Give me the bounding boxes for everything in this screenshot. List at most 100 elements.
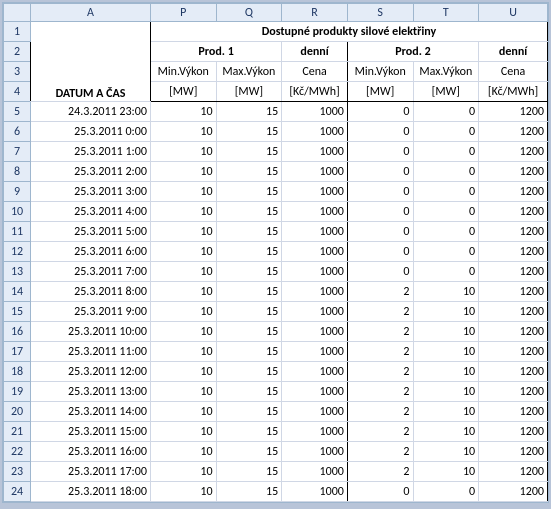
- cell-q[interactable]: 15: [216, 402, 282, 422]
- header-cena-2[interactable]: Cena: [479, 62, 548, 82]
- cell-r[interactable]: 1000: [282, 442, 348, 462]
- cell-u[interactable]: 1200: [479, 182, 548, 202]
- cell-r[interactable]: 1000: [282, 142, 348, 162]
- cell-p[interactable]: 10: [150, 262, 216, 282]
- cell-p[interactable]: 10: [150, 442, 216, 462]
- col-header-R[interactable]: R: [282, 4, 348, 22]
- header-unit-mw-s[interactable]: [MW]: [347, 82, 413, 102]
- row-header-18[interactable]: 18: [4, 362, 31, 382]
- cell-u[interactable]: 1200: [479, 222, 548, 242]
- cell-s[interactable]: 2: [347, 362, 413, 382]
- header-denni-2[interactable]: denní: [479, 42, 548, 62]
- header-unit-mw-p[interactable]: [MW]: [150, 82, 216, 102]
- cell-datetime[interactable]: 25.3.2011 11:00: [31, 342, 151, 362]
- cell-t[interactable]: 0: [413, 222, 479, 242]
- row-header-9[interactable]: 9: [4, 182, 31, 202]
- cell-datetime[interactable]: 25.3.2011 13:00: [31, 382, 151, 402]
- cell-datetime[interactable]: 25.3.2011 2:00: [31, 162, 151, 182]
- cell-datetime[interactable]: 25.3.2011 6:00: [31, 242, 151, 262]
- select-all-corner[interactable]: [4, 4, 31, 22]
- header-denni-1[interactable]: denní: [282, 42, 348, 62]
- cell-t[interactable]: 0: [413, 242, 479, 262]
- cell-t[interactable]: 10: [413, 342, 479, 362]
- cell-u[interactable]: 1200: [479, 342, 548, 362]
- cell-t[interactable]: 10: [413, 322, 479, 342]
- cell-t[interactable]: 10: [413, 382, 479, 402]
- cell-q[interactable]: 15: [216, 122, 282, 142]
- cell-q[interactable]: 15: [216, 162, 282, 182]
- row-header-4[interactable]: 4: [4, 82, 31, 102]
- cell-datetime[interactable]: 25.3.2011 4:00: [31, 202, 151, 222]
- cell-t[interactable]: 10: [413, 302, 479, 322]
- cell-datetime[interactable]: 25.3.2011 17:00: [31, 462, 151, 482]
- row-header-12[interactable]: 12: [4, 242, 31, 262]
- cell-p[interactable]: 10: [150, 462, 216, 482]
- cell-r[interactable]: 1000: [282, 182, 348, 202]
- row-header-8[interactable]: 8: [4, 162, 31, 182]
- cell-u[interactable]: 1200: [479, 102, 548, 122]
- cell-q[interactable]: 15: [216, 242, 282, 262]
- cell-r[interactable]: 1000: [282, 382, 348, 402]
- cell-t[interactable]: 0: [413, 182, 479, 202]
- cell-p[interactable]: 10: [150, 302, 216, 322]
- header-unit-kc-u[interactable]: [Kč/MWh]: [479, 82, 548, 102]
- row-header-11[interactable]: 11: [4, 222, 31, 242]
- header-minvykon-1[interactable]: Min.Výkon: [150, 62, 216, 82]
- cell-p[interactable]: 10: [150, 362, 216, 382]
- cell-r[interactable]: 1000: [282, 282, 348, 302]
- cell-p[interactable]: 10: [150, 282, 216, 302]
- cell-q[interactable]: 15: [216, 362, 282, 382]
- cell-u[interactable]: 1200: [479, 262, 548, 282]
- col-header-Q[interactable]: Q: [216, 4, 282, 22]
- cell-s[interactable]: 2: [347, 282, 413, 302]
- cell-datetime[interactable]: 25.3.2011 3:00: [31, 182, 151, 202]
- row-header-17[interactable]: 17: [4, 342, 31, 362]
- cell-r[interactable]: 1000: [282, 242, 348, 262]
- cell-t[interactable]: 10: [413, 442, 479, 462]
- header-maxvykon-2[interactable]: Max.Výkon: [413, 62, 479, 82]
- cell-q[interactable]: 15: [216, 462, 282, 482]
- cell-r[interactable]: 1000: [282, 482, 348, 502]
- row-header-10[interactable]: 10: [4, 202, 31, 222]
- cell-datetime[interactable]: 25.3.2011 15:00: [31, 422, 151, 442]
- cell-q[interactable]: 15: [216, 142, 282, 162]
- cell-s[interactable]: 2: [347, 402, 413, 422]
- cell-datetime[interactable]: 25.3.2011 9:00: [31, 302, 151, 322]
- cell-s[interactable]: 0: [347, 162, 413, 182]
- cell-p[interactable]: 10: [150, 242, 216, 262]
- cell-p[interactable]: 10: [150, 382, 216, 402]
- spreadsheet[interactable]: A P Q R S T U 1 DATUM A ČAS Dostupné pro…: [2, 2, 549, 503]
- cell-u[interactable]: 1200: [479, 322, 548, 342]
- cell-s[interactable]: 0: [347, 142, 413, 162]
- cell-s[interactable]: 0: [347, 262, 413, 282]
- cell-q[interactable]: 15: [216, 182, 282, 202]
- cell-datetime[interactable]: 25.3.2011 5:00: [31, 222, 151, 242]
- cell-q[interactable]: 15: [216, 222, 282, 242]
- cell-r[interactable]: 1000: [282, 422, 348, 442]
- cell-datetime[interactable]: 24.3.2011 23:00: [31, 102, 151, 122]
- col-header-S[interactable]: S: [347, 4, 413, 22]
- cell-u[interactable]: 1200: [479, 422, 548, 442]
- cell-s[interactable]: 0: [347, 242, 413, 262]
- row-header-13[interactable]: 13: [4, 262, 31, 282]
- cell-p[interactable]: 10: [150, 182, 216, 202]
- cell-datetime[interactable]: 25.3.2011 1:00: [31, 142, 151, 162]
- cell-p[interactable]: 10: [150, 322, 216, 342]
- cell-r[interactable]: 1000: [282, 402, 348, 422]
- cell-p[interactable]: 10: [150, 122, 216, 142]
- cell-p[interactable]: 10: [150, 342, 216, 362]
- cell-u[interactable]: 1200: [479, 202, 548, 222]
- cell-t[interactable]: 10: [413, 282, 479, 302]
- header-datum-a-cas[interactable]: DATUM A ČAS: [31, 22, 151, 102]
- row-header-2[interactable]: 2: [4, 42, 31, 62]
- cell-u[interactable]: 1200: [479, 162, 548, 182]
- cell-t[interactable]: 0: [413, 202, 479, 222]
- cell-r[interactable]: 1000: [282, 162, 348, 182]
- cell-q[interactable]: 15: [216, 262, 282, 282]
- row-header-1[interactable]: 1: [4, 22, 31, 42]
- header-top-span[interactable]: Dostupné produkty silové elektřiny: [150, 22, 547, 42]
- header-prod1[interactable]: Prod. 1: [150, 42, 281, 62]
- cell-s[interactable]: 0: [347, 202, 413, 222]
- cell-u[interactable]: 1200: [479, 382, 548, 402]
- row-header-16[interactable]: 16: [4, 322, 31, 342]
